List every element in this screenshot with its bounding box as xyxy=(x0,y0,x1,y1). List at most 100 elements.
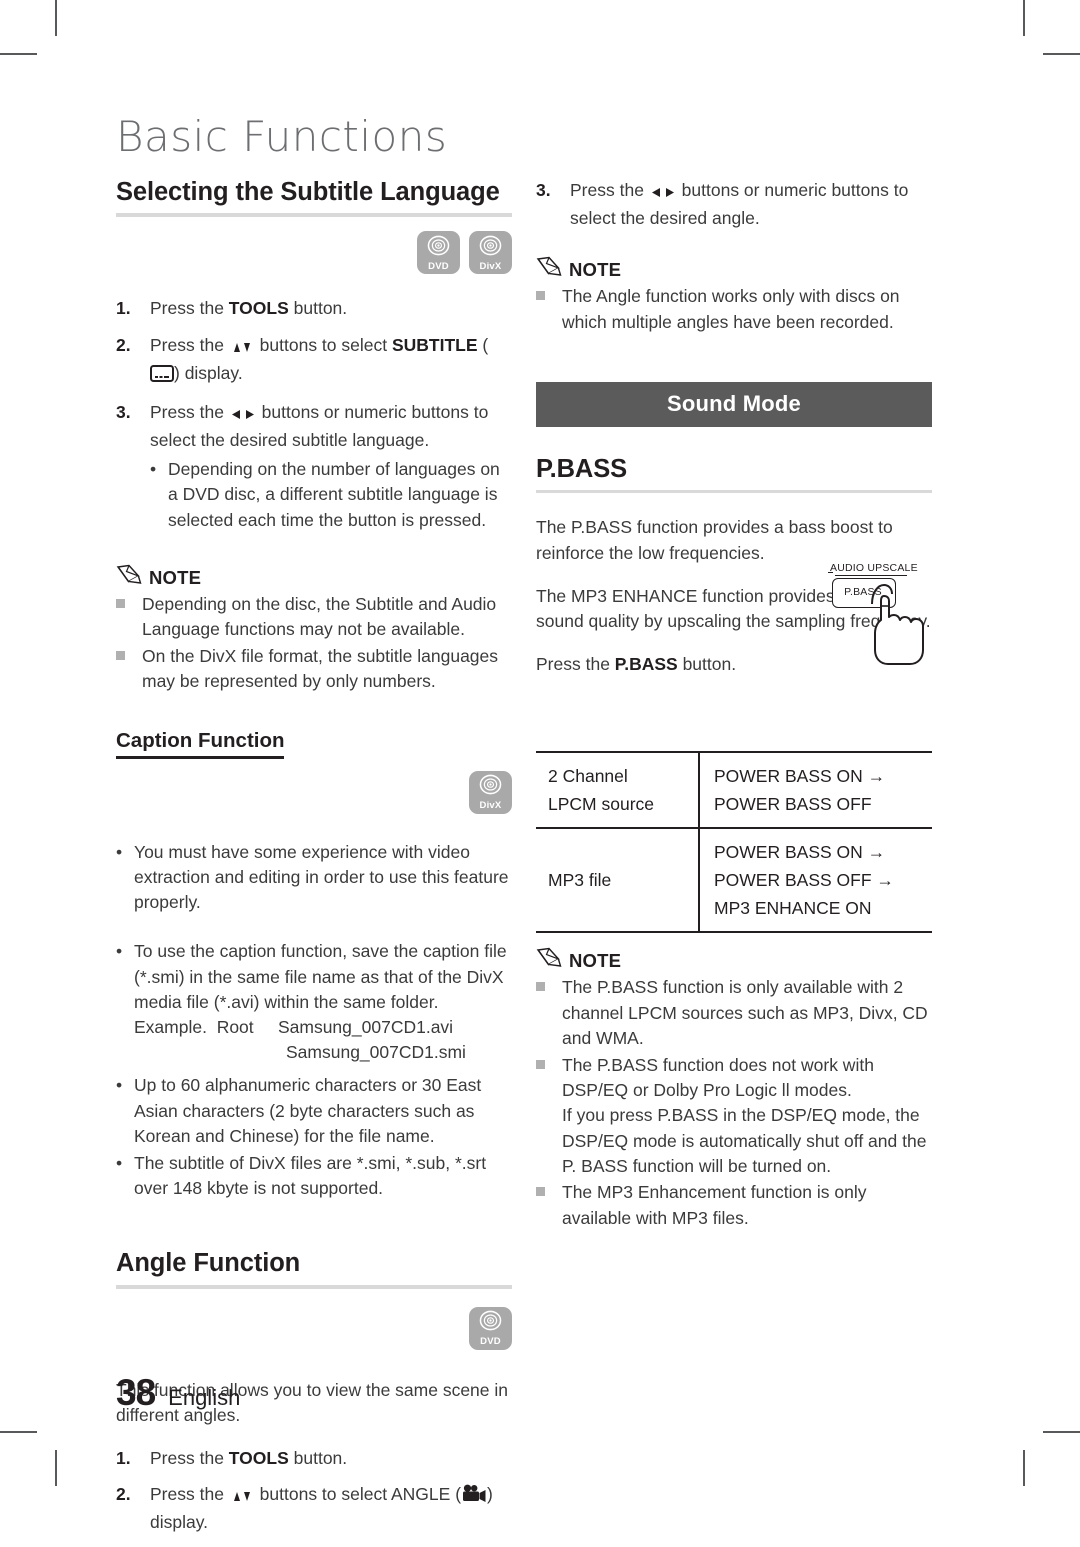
bullet-text: Up to 60 alphanumeric characters or 30 E… xyxy=(134,1075,482,1146)
bullet-item: • You must have some experience with vid… xyxy=(116,840,512,916)
bullet-dot-icon: • xyxy=(116,841,123,862)
step-text-pre: Press the xyxy=(150,401,229,422)
step-item: 1. Press the TOOLS button. xyxy=(116,1446,512,1471)
movie-camera-icon xyxy=(461,1484,487,1510)
step-text: Press the buttons to select ANGLE () dis… xyxy=(150,1482,512,1535)
badge-divx: DivX xyxy=(469,770,512,814)
page-footer: 38 English xyxy=(116,1372,240,1414)
left-column: Selecting the Subtitle Language DVD DivX… xyxy=(116,178,512,1547)
sound-mode-section-bar: Sound Mode xyxy=(536,382,932,428)
example-line-2: Samsung_007CD1.smi xyxy=(134,1040,512,1065)
arrow-left-right-icon xyxy=(229,403,257,428)
media-badges-subtitle: DVD DivX xyxy=(116,231,512,275)
press-pre: Press the xyxy=(536,654,615,675)
bullet-text: Depending on the number of languages on … xyxy=(168,459,500,530)
table-cell-source: MP3 file xyxy=(536,827,700,934)
step-text-post: button. xyxy=(288,298,348,319)
step-item: 1. Press the TOOLS button. xyxy=(116,296,512,321)
note-text: On the DivX file format, the subtitle la… xyxy=(142,645,499,691)
badge-dvd: DVD xyxy=(417,231,460,275)
note-label: NOTE xyxy=(149,566,202,588)
step-text-bold: TOOLS xyxy=(228,1447,289,1468)
source-line-1: MP3 file xyxy=(548,870,612,891)
note-item: On the DivX file format, the subtitle la… xyxy=(116,644,512,695)
note-label: NOTE xyxy=(569,259,622,281)
step-item: 3. Press the buttons or numeric buttons … xyxy=(116,400,512,535)
bullet-dot-icon: • xyxy=(150,459,157,480)
arrow-up-down-icon xyxy=(229,336,255,361)
note-header: NOTE xyxy=(536,256,932,281)
bullet-text: To use the caption function, save the ca… xyxy=(134,939,512,1065)
note-item: The P.BASS function does not work with D… xyxy=(536,1053,932,1180)
audio-upscale-caption: AUDIO UPSCALE xyxy=(830,562,918,574)
example-gap-1 xyxy=(207,1017,217,1037)
steps-angle-continued: 3. Press the buttons or numeric buttons … xyxy=(536,178,932,231)
mode-line: MP3 ENHANCE ON xyxy=(714,898,872,919)
press-post: button. xyxy=(677,654,737,675)
example-gap-2 xyxy=(254,1017,278,1037)
step-text-post: button. xyxy=(288,1447,348,1468)
example-root: Root xyxy=(216,1016,254,1037)
disc-icon xyxy=(479,774,502,800)
step-text-post: display. xyxy=(179,362,243,383)
page-language: English xyxy=(168,1385,241,1410)
caption-bullets: • You must have some experience with vid… xyxy=(116,840,512,1201)
table-row: MP3 file POWER BASS ON → POWER BASS OFF … xyxy=(536,827,932,934)
heading-pbass: P.BASS xyxy=(536,455,628,484)
note-item: Depending on the disc, the Subtitle and … xyxy=(116,592,512,643)
heading-caption-function: Caption Function xyxy=(116,729,285,753)
square-bullet-icon xyxy=(536,1053,562,1180)
example-line-1: Example. Root Samsung_007CD1.avi xyxy=(134,1015,512,1040)
subtitle-paren-open: ( xyxy=(477,334,489,355)
caption-underline-1 xyxy=(828,572,833,574)
square-bullet-icon xyxy=(116,644,142,695)
steps-angle: 1. Press the TOOLS button. 2. Press the … xyxy=(116,1446,512,1536)
pbass-mode-table: 2 Channel LPCM source POWER BASS ON → PO… xyxy=(536,751,932,934)
mode-line: POWER BASS OFF xyxy=(714,794,872,815)
disc-icon xyxy=(479,235,502,261)
square-bullet-icon xyxy=(536,975,562,1051)
note-label: NOTE xyxy=(569,950,622,972)
note-text: Depending on the disc, the Subtitle and … xyxy=(142,593,497,640)
note-list-pbass: The P.BASS function is only available wi… xyxy=(536,975,932,1231)
chapter-title: Basic Functions xyxy=(116,112,448,161)
heading-underline xyxy=(116,756,284,759)
table-row: 2 Channel LPCM source POWER BASS ON → PO… xyxy=(536,751,932,829)
angle-paren-open: ( xyxy=(450,1484,462,1505)
note-header: NOTE xyxy=(116,564,512,589)
step3-bullets: • Depending on the number of languages o… xyxy=(150,457,512,533)
disc-icon xyxy=(427,235,450,261)
note-item: The Angle function works only with discs… xyxy=(536,284,932,335)
badge-label: DivX xyxy=(479,800,502,812)
note-text: The Angle function works only with discs… xyxy=(562,286,900,332)
step-text-pre: Press the xyxy=(150,334,229,355)
heading-selecting-subtitle-language: Selecting the Subtitle Language xyxy=(116,178,500,206)
step-number: 1. xyxy=(116,298,131,319)
right-column: 3. Press the buttons or numeric buttons … xyxy=(536,178,932,1232)
badge-label: DivX xyxy=(479,260,502,272)
bullet-item: • Depending on the number of languages o… xyxy=(150,457,512,533)
pencil-icon xyxy=(536,256,562,281)
step-text-mid: buttons to select xyxy=(254,334,392,355)
heading-caption-function-wrap: Caption Function xyxy=(116,729,512,759)
step-number: 3. xyxy=(536,180,551,200)
step-item: 3. Press the buttons or numeric buttons … xyxy=(536,178,932,231)
mode-line: POWER BASS OFF → xyxy=(714,870,894,891)
manual-page: Basic Functions Selecting the Subtitle L… xyxy=(0,0,1080,1532)
press-bold: P.BASS xyxy=(614,654,678,675)
step-item: 2. Press the buttons to select SUBTITLE … xyxy=(116,333,512,389)
step-number: 1. xyxy=(116,1447,131,1468)
badge-label: DVD xyxy=(428,260,449,272)
media-badges-angle: DVD xyxy=(116,1306,512,1350)
note-text: The P.BASS function does not work with D… xyxy=(562,1054,927,1177)
step-text-bold: SUBTITLE xyxy=(391,334,478,355)
bullet-text: The subtitle of DivX files are *.smi, *.… xyxy=(134,1152,487,1199)
badge-divx: DivX xyxy=(469,231,512,275)
badge-dvd: DVD xyxy=(469,1306,512,1350)
step-text-pre: Press the xyxy=(150,1447,229,1468)
arrow-left-right-icon xyxy=(649,181,677,206)
example-file-avi: Samsung_007CD1.avi xyxy=(277,1016,454,1037)
bullet-text-main: To use the caption function, save the ca… xyxy=(134,941,507,1012)
bullet-item: • The subtitle of DivX files are *.smi, … xyxy=(116,1151,512,1201)
subtitle-icon xyxy=(150,364,174,389)
